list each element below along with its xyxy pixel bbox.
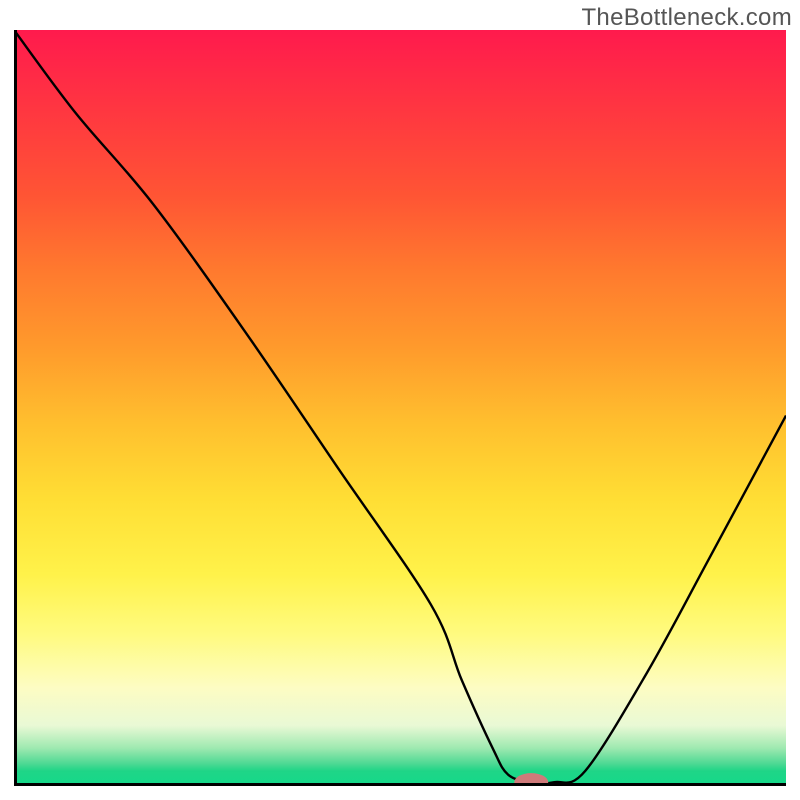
chart-marker	[514, 773, 548, 786]
chart-container: TheBottleneck.com	[0, 0, 800, 800]
chart-svg	[14, 30, 786, 786]
plot-area	[14, 30, 786, 786]
watermark-text: TheBottleneck.com	[581, 4, 792, 32]
chart-curve	[14, 30, 786, 783]
